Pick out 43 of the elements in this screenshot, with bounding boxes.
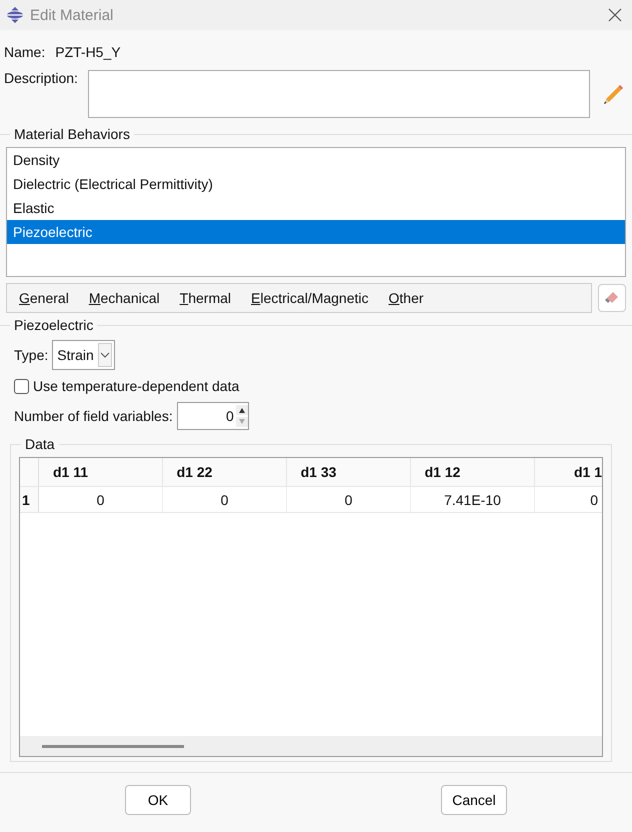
table-cell[interactable]: 0 [287, 487, 411, 512]
behavior-item[interactable]: Piezoelectric [7, 220, 625, 244]
menu-item[interactable]: Mechanical [88, 290, 160, 306]
description-label: Description: [4, 70, 79, 86]
menu-item[interactable]: General [19, 290, 69, 306]
type-dropdown[interactable]: Strain [52, 340, 115, 370]
behavior-item[interactable]: Density [7, 148, 625, 172]
scrollbar-thumb[interactable] [42, 744, 184, 748]
type-label: Type: [14, 347, 48, 363]
column-header: d1 22 [163, 458, 287, 486]
group-title: Piezoelectric [14, 317, 94, 333]
group-title: Material Behaviors [14, 126, 130, 142]
close-icon[interactable] [608, 8, 622, 22]
name-label: Name: [4, 44, 46, 60]
name-value: PZT-H5_Y [55, 44, 121, 60]
menu-item[interactable]: Electrical/Magnetic [251, 290, 368, 306]
menu-item[interactable]: Other [388, 290, 424, 306]
behavior-item[interactable]: Elastic [7, 196, 625, 220]
window-title: Edit Material [30, 6, 114, 24]
column-header: d1 11 [39, 458, 163, 486]
dialog-button[interactable]: OK [125, 785, 191, 815]
dropdown-caret-icon [98, 343, 112, 367]
app-logo-icon [6, 6, 24, 24]
spin-arrows-icon [236, 404, 248, 428]
checkbox[interactable] [14, 378, 29, 394]
eraser-icon [604, 290, 620, 306]
column-header: d1 12 [411, 458, 535, 486]
table-cell[interactable]: 7.41E-10 [411, 487, 535, 512]
table-cell[interactable]: 0 [535, 487, 602, 512]
checkbox-label: Use temperature-dependent data [33, 378, 240, 394]
eraser-button[interactable] [598, 284, 626, 312]
group-title: Data [25, 436, 55, 452]
row-number: 1 [20, 487, 39, 512]
column-header: d1 33 [287, 458, 411, 486]
behavior-item[interactable]: Dielectric (Electrical Permittivity) [7, 172, 625, 196]
table-cell[interactable]: 0 [163, 487, 287, 512]
table-cell[interactable]: 0 [39, 487, 163, 512]
field-variables-spinbox[interactable]: 0 [176, 402, 249, 430]
dialog-button[interactable]: Cancel [441, 785, 507, 815]
description-field[interactable] [88, 70, 590, 118]
column-header: d1 1 [535, 458, 602, 486]
menu-item[interactable]: Thermal [180, 290, 231, 306]
field-variables-label: Number of field variables: [14, 408, 173, 424]
